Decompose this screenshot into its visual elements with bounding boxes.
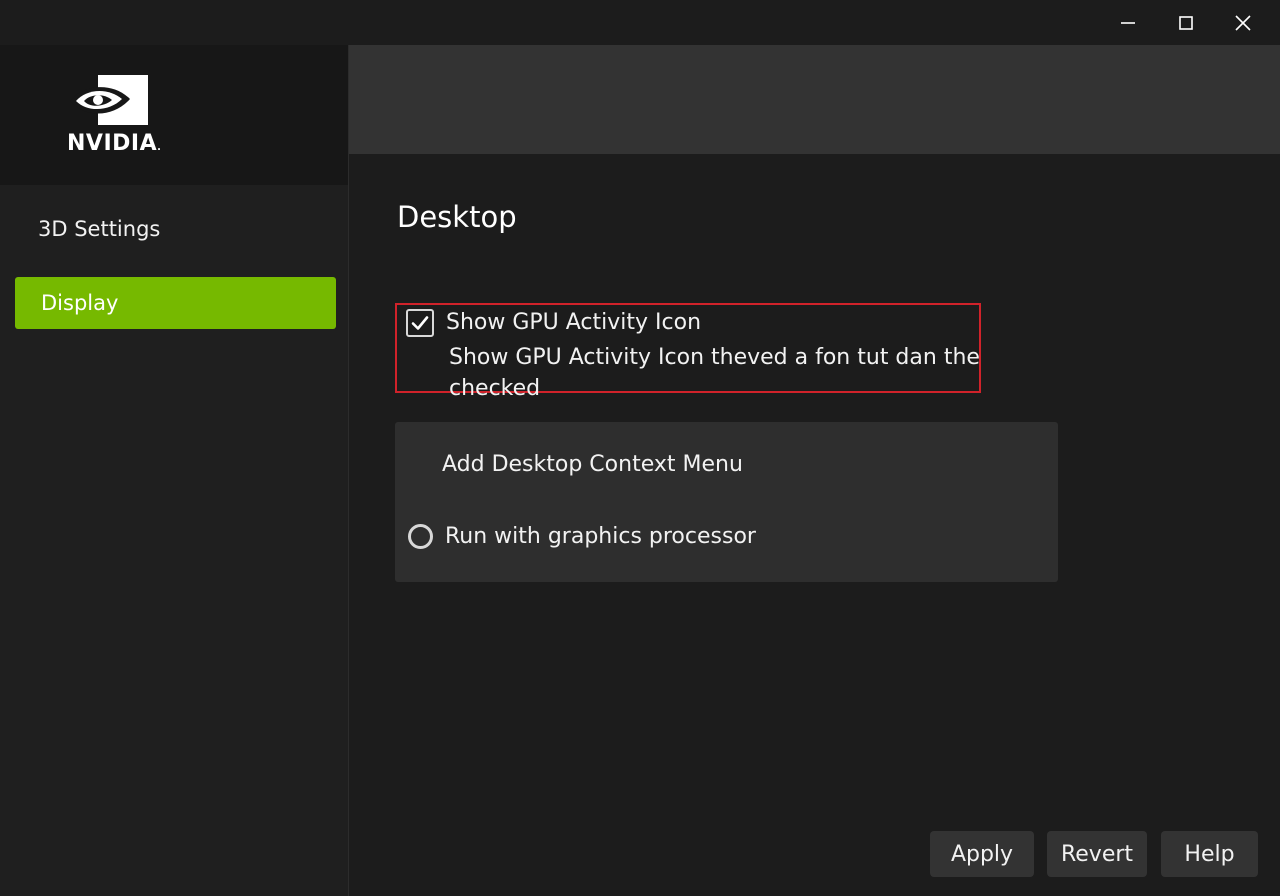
apply-button[interactable]: Apply: [930, 831, 1034, 877]
header-banner: [349, 45, 1280, 154]
maximize-button[interactable]: [1158, 0, 1214, 45]
nvidia-eye-icon: [70, 75, 148, 125]
sidebar: NVIDIA. 3D Settings Display: [0, 45, 349, 896]
sidebar-item-label: 3D Settings: [38, 217, 161, 241]
checkmark-icon: [411, 316, 429, 330]
main-content: Desktop Show GPU Activity Icon Show GPU …: [349, 45, 1280, 896]
logo-area: NVIDIA.: [0, 45, 348, 185]
nvidia-control-panel-window: NVIDIA. 3D Settings Display Desktop Show…: [0, 0, 1280, 896]
gpu-activity-description: Show GPU Activity Icon theved a fon tut …: [449, 345, 980, 401]
gpu-activity-checkbox[interactable]: [406, 309, 434, 337]
maximize-icon: [1179, 15, 1193, 30]
logo-text: NVIDIA.: [67, 131, 162, 156]
context-menu-heading: Add Desktop Context Menu: [442, 452, 743, 477]
page-title: Desktop: [397, 200, 517, 234]
run-with-gpu-radio[interactable]: [408, 524, 433, 549]
title-bar: [0, 0, 1280, 45]
gpu-activity-label[interactable]: Show GPU Activity Icon: [446, 309, 701, 337]
close-button[interactable]: [1215, 0, 1271, 45]
sidebar-item-3d-settings[interactable]: 3D Settings: [15, 203, 336, 255]
sidebar-item-display[interactable]: Display: [15, 277, 336, 329]
help-button[interactable]: Help: [1161, 831, 1258, 877]
revert-button[interactable]: Revert: [1047, 831, 1147, 877]
run-with-gpu-label[interactable]: Run with graphics processor: [445, 522, 756, 552]
close-icon: [1235, 14, 1251, 31]
minimize-icon: [1121, 21, 1135, 24]
sidebar-item-label: Display: [41, 291, 119, 315]
context-menu-panel: Add Desktop Context Menu Run with graphi…: [395, 422, 1058, 582]
minimize-button[interactable]: [1100, 0, 1156, 45]
